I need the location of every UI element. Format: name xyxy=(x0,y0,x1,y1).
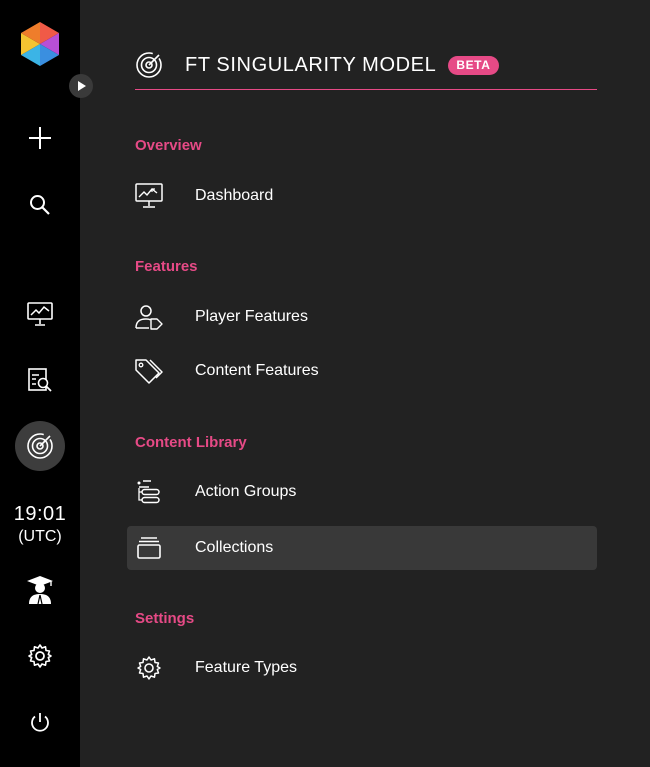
nav-item-content-features[interactable]: Content Features xyxy=(127,349,597,393)
rail-singularity-button[interactable] xyxy=(0,421,80,471)
graduate-icon xyxy=(27,576,53,605)
add-button[interactable] xyxy=(0,122,80,154)
search-button[interactable] xyxy=(0,190,80,220)
search-icon xyxy=(30,195,50,215)
report-search-icon xyxy=(28,368,52,392)
user-tag-icon xyxy=(135,303,163,331)
section-features: Features xyxy=(135,258,198,275)
settings-button[interactable] xyxy=(0,640,80,672)
dashboard-icon xyxy=(27,302,53,326)
list-icon xyxy=(135,478,163,506)
logout-button[interactable] xyxy=(0,706,80,738)
expand-rail-button[interactable] xyxy=(69,74,93,98)
nav-label: Dashboard xyxy=(195,187,274,204)
nav-item-player-features[interactable]: Player Features xyxy=(127,295,597,339)
nav-label: Feature Types xyxy=(195,659,297,676)
clock: 19:01 (UTC) xyxy=(0,502,80,548)
archive-icon xyxy=(135,534,163,562)
rail-dashboard-button[interactable] xyxy=(0,298,80,330)
clock-time: 19:01 xyxy=(13,503,67,525)
section-settings: Settings xyxy=(135,610,195,627)
power-icon xyxy=(31,713,49,732)
nav-label: Action Groups xyxy=(195,483,297,500)
side-rail: 19:01 (UTC) xyxy=(0,0,80,767)
nav-label: Content Features xyxy=(195,362,319,379)
section-content-library: Content Library xyxy=(135,434,247,451)
nav-item-collections[interactable]: Collections xyxy=(127,526,597,570)
gear-icon xyxy=(28,644,52,668)
tags-icon xyxy=(135,357,163,385)
page-title: FT SINGULARITY MODEL xyxy=(185,54,437,76)
target-icon xyxy=(136,52,162,78)
target-icon xyxy=(27,433,53,459)
rail-report-button[interactable] xyxy=(0,364,80,396)
gear-icon xyxy=(135,654,163,682)
panel-header: FT SINGULARITY MODEL BETA xyxy=(135,44,597,90)
monitor-chart-icon xyxy=(135,182,163,210)
section-overview: Overview xyxy=(135,137,202,154)
nav-label: Collections xyxy=(195,539,274,556)
logo-icon xyxy=(21,22,59,66)
nav-item-action-groups[interactable]: Action Groups xyxy=(127,470,597,514)
play-icon xyxy=(78,81,86,91)
nav-item-dashboard[interactable]: Dashboard xyxy=(127,174,597,218)
app-logo[interactable] xyxy=(0,22,80,66)
nav-item-feature-types[interactable]: Feature Types xyxy=(127,646,597,690)
beta-badge: BETA xyxy=(448,56,499,75)
clock-timezone: (UTC) xyxy=(18,528,62,545)
navigation-panel: FT SINGULARITY MODEL BETA Overview Dashb… xyxy=(80,0,650,767)
training-button[interactable] xyxy=(0,574,80,606)
nav-label: Player Features xyxy=(195,308,308,325)
active-indicator xyxy=(15,421,65,471)
plus-icon xyxy=(29,127,51,149)
